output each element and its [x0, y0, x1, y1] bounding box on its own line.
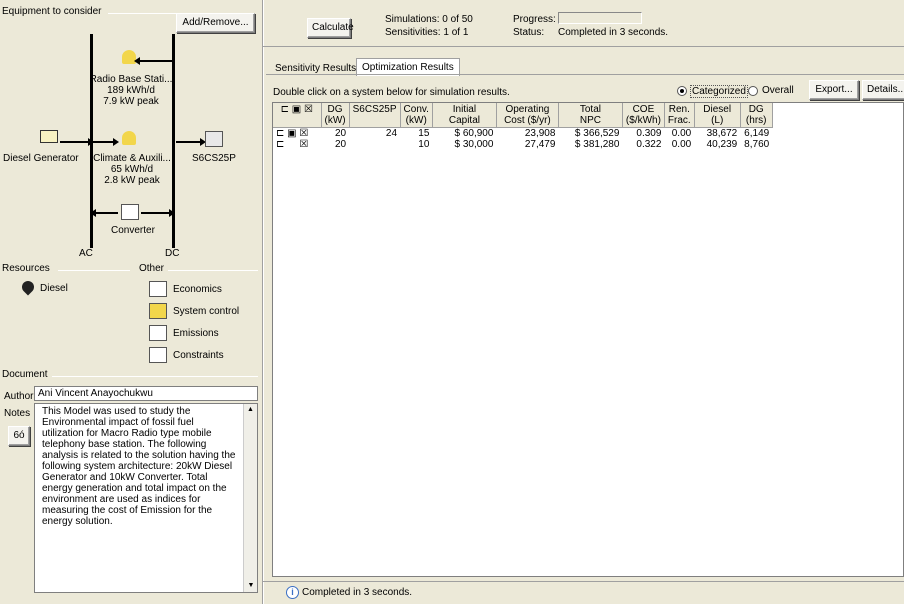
system-icons-header[interactable]: ⊏ ▣ ☒	[273, 103, 322, 128]
resources-label: Resources	[2, 263, 50, 274]
cell: 40,239	[706, 139, 738, 150]
ac-label: AC	[79, 248, 93, 259]
cell: 38,672	[706, 128, 738, 139]
cell: 0.00	[671, 139, 692, 150]
diesel-generator-label[interactable]: Diesel Generator	[3, 153, 79, 164]
simulations-text: Simulations: 0 of 50	[385, 14, 473, 25]
other-label: Other	[139, 263, 165, 274]
cell: 0.322	[636, 139, 662, 150]
instructions-text: Double click on a system below for simul…	[273, 87, 510, 98]
scroll-up-icon[interactable]: ▲	[244, 404, 257, 416]
overall-radio[interactable]	[748, 86, 758, 96]
other-system-control[interactable]: System control	[173, 306, 239, 317]
header-dg-hrs[interactable]: DG (hrs)	[740, 103, 773, 128]
header-initial-capital[interactable]: Initial Capital	[432, 103, 497, 128]
converter-icon: ☒	[299, 139, 309, 150]
header-coe[interactable]: COE ($/kWh)	[622, 103, 665, 128]
economics-icon[interactable]	[149, 281, 167, 297]
cell: $ 60,900	[454, 128, 494, 139]
header-ren-frac[interactable]: Ren. Frac.	[664, 103, 695, 128]
overall-label[interactable]: Overall	[762, 85, 794, 96]
converter-icon[interactable]	[121, 204, 139, 220]
notes-edit-button[interactable]: 6ó	[8, 426, 30, 446]
cell: 24	[385, 128, 398, 139]
cell: 27,479	[524, 139, 556, 150]
author-input[interactable]: Ani Vincent Anayochukwu	[34, 386, 258, 401]
battery-icon: ▣	[291, 104, 302, 115]
categorized-label[interactable]: Categorized	[690, 85, 748, 98]
bulb-icon[interactable]	[122, 131, 136, 145]
document-label: Document	[2, 369, 48, 380]
notes-label: Notes	[4, 408, 31, 419]
results-table-panel[interactable]: ⊏ ▣ ☒ DG (kW) S6CS25P Conv. (kW) Initial…	[272, 102, 904, 577]
converter-label[interactable]: Converter	[111, 225, 155, 236]
header-dg-kw[interactable]: DG (kW)	[321, 103, 350, 128]
panel-splitter[interactable]	[262, 0, 264, 604]
statusbar-text: Completed in 3 seconds.	[302, 587, 413, 598]
other-economics[interactable]: Economics	[173, 284, 222, 295]
system-control-icon[interactable]	[149, 303, 167, 319]
header-conv-kw[interactable]: Conv. (kW)	[400, 103, 433, 128]
info-icon: i	[286, 586, 299, 599]
climate-load[interactable]: Climate & Auxili... 65 kWh/d 2.8 kW peak	[92, 153, 172, 186]
cell: 0.00	[671, 128, 692, 139]
generator-icon: ⊏	[276, 128, 285, 139]
table-row[interactable]: ⊏ ▣ ☒ 20 10 $ 30,000 27,479 $ 381,280 0.…	[273, 139, 772, 150]
progress-bar	[558, 12, 642, 24]
progress-label: Progress:	[513, 14, 556, 25]
diesel-drop-icon[interactable]	[19, 278, 37, 296]
dc-label: DC	[165, 248, 180, 259]
converter-icon: ☒	[303, 104, 313, 115]
other-constraints[interactable]: Constraints	[173, 350, 224, 361]
export-button[interactable]: Export...	[809, 80, 859, 100]
categorized-radio[interactable]	[677, 86, 687, 96]
status-value: Completed in 3 seconds.	[558, 27, 669, 38]
notes-text: This Model was used to study the Environ…	[42, 406, 236, 527]
radio-base-load[interactable]: Radio Base Stati... 189 kWh/d 7.9 kW pea…	[76, 74, 186, 107]
equipment-label: Equipment to consider	[2, 6, 102, 17]
cell: 20	[334, 128, 347, 139]
generator-icon: ⊏	[276, 139, 285, 150]
constraints-icon[interactable]	[149, 347, 167, 363]
generator-icon: ⊏	[280, 104, 289, 115]
converter-icon: ☒	[299, 128, 309, 139]
other-emissions[interactable]: Emissions	[173, 328, 219, 339]
calculate-button[interactable]: Calculate	[307, 18, 354, 38]
cell: 8,760	[744, 139, 770, 150]
emissions-icon[interactable]	[149, 325, 167, 341]
battery-icon[interactable]	[205, 131, 223, 147]
scroll-down-icon[interactable]: ▼	[244, 580, 258, 592]
results-table: ⊏ ▣ ☒ DG (kW) S6CS25P Conv. (kW) Initial…	[273, 103, 773, 150]
cell: 15	[418, 128, 430, 139]
header-operating-cost[interactable]: Operating Cost ($/yr)	[496, 103, 559, 128]
generator-icon[interactable]	[40, 130, 58, 143]
status-label: Status:	[513, 27, 545, 38]
add-remove-button[interactable]: Add/Remove...	[176, 13, 255, 33]
cell: $ 30,000	[454, 139, 494, 150]
header-s6cs25p[interactable]: S6CS25P	[349, 103, 401, 128]
cell: $ 366,529	[574, 128, 620, 139]
notes-scrollbar[interactable]: ▲ ▼	[243, 404, 257, 592]
resource-diesel[interactable]: Diesel	[40, 283, 68, 294]
glasses-icon: 6ó	[13, 430, 25, 441]
author-label: Author	[4, 391, 34, 402]
header-total-npc[interactable]: Total NPC	[558, 103, 623, 128]
cell	[349, 139, 400, 150]
cell: 10	[418, 139, 430, 150]
cell: 20	[334, 139, 347, 150]
sensitivities-text: Sensitivities: 1 of 1	[385, 27, 469, 38]
table-row[interactable]: ⊏ ▣ ☒ 20 24 15 $ 60,900 23,908 $ 366,529…	[273, 128, 772, 139]
details-button[interactable]: Details...	[862, 80, 904, 100]
cell: $ 381,280	[574, 139, 620, 150]
battery-icon: ▣	[287, 128, 297, 139]
cell: 0.309	[636, 128, 662, 139]
notes-textarea[interactable]: This Model was used to study the Environ…	[34, 403, 258, 593]
cell: 6,149	[744, 128, 770, 139]
battery-label[interactable]: S6CS25P	[192, 153, 236, 164]
cell: 23,908	[524, 128, 556, 139]
header-diesel-l[interactable]: Diesel (L)	[694, 103, 741, 128]
